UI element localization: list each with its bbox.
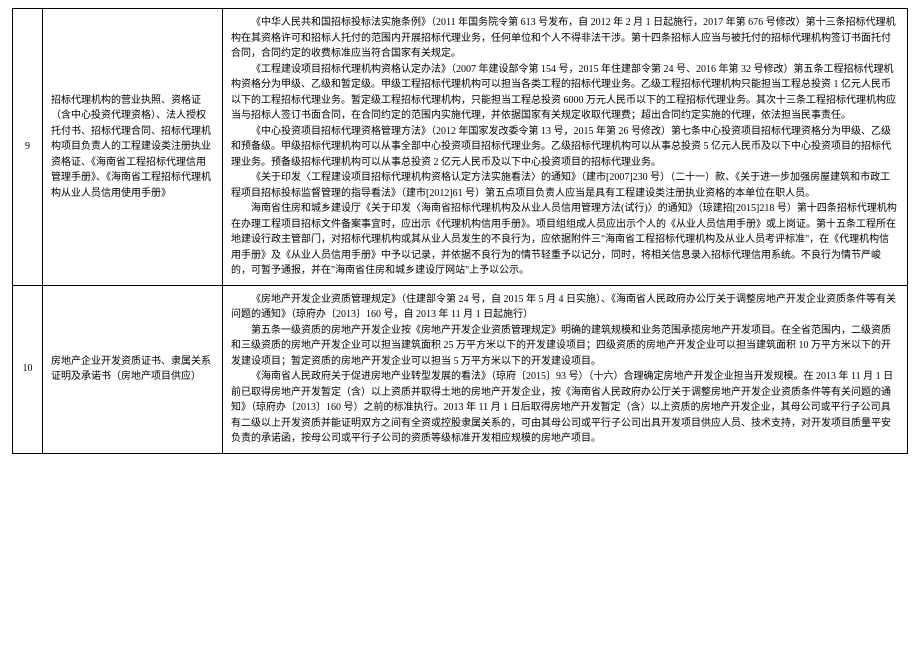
row-body: 《房地产开发企业资质管理规定》（住建部令第 24 号，自 2015 年 5 月 … <box>223 285 908 453</box>
body-paragraph: 《中华人民共和国招标投标法实施条例》（2011 年国务院令第 613 号发布，自… <box>231 15 899 62</box>
body-paragraph: 《工程建设项目招标代理机构资格认定办法》（2007 年建设部令第 154 号，2… <box>231 62 899 124</box>
body-paragraph: 《海南省人民政府关于促进房地产业转型发展的看法》（琼府〔2015〕93 号）（十… <box>231 369 899 447</box>
body-paragraph: 《房地产开发企业资质管理规定》（住建部令第 24 号，自 2015 年 5 月 … <box>231 292 899 323</box>
row-title: 招标代理机构的营业执照、资格证（含中心投资代理资格）、法人授权托付书、招标代理合… <box>43 9 223 286</box>
requirements-table: 9 招标代理机构的营业执照、资格证（含中心投资代理资格）、法人授权托付书、招标代… <box>12 8 908 454</box>
row-seq: 10 <box>13 285 43 453</box>
table-row: 9 招标代理机构的营业执照、资格证（含中心投资代理资格）、法人授权托付书、招标代… <box>13 9 908 286</box>
body-paragraph: 第五条一级资质的房地产开发企业按《房地产开发企业资质管理规定》明确的建筑规模和业… <box>231 323 899 370</box>
row-seq: 9 <box>13 9 43 286</box>
body-paragraph: 海南省住房和城乡建设厅《关于印发〈海南省招标代理机构及从业人员信用管理方法(试行… <box>231 201 899 279</box>
page: 9 招标代理机构的营业执照、资格证（含中心投资代理资格）、法人授权托付书、招标代… <box>0 0 920 651</box>
body-paragraph: 《中心投资项目招标代理资格管理方法》（2012 年国家发改委令第 13 号，20… <box>231 124 899 171</box>
table-row: 10 房地产企业开发资质证书、隶属关系证明及承诺书（房地产项目供应） 《房地产开… <box>13 285 908 453</box>
row-title: 房地产企业开发资质证书、隶属关系证明及承诺书（房地产项目供应） <box>43 285 223 453</box>
row-body: 《中华人民共和国招标投标法实施条例》（2011 年国务院令第 613 号发布，自… <box>223 9 908 286</box>
body-paragraph: 《关于印发〈工程建设项目招标代理机构资格认定方法实施看法〉的通知》（建市[200… <box>231 170 899 201</box>
